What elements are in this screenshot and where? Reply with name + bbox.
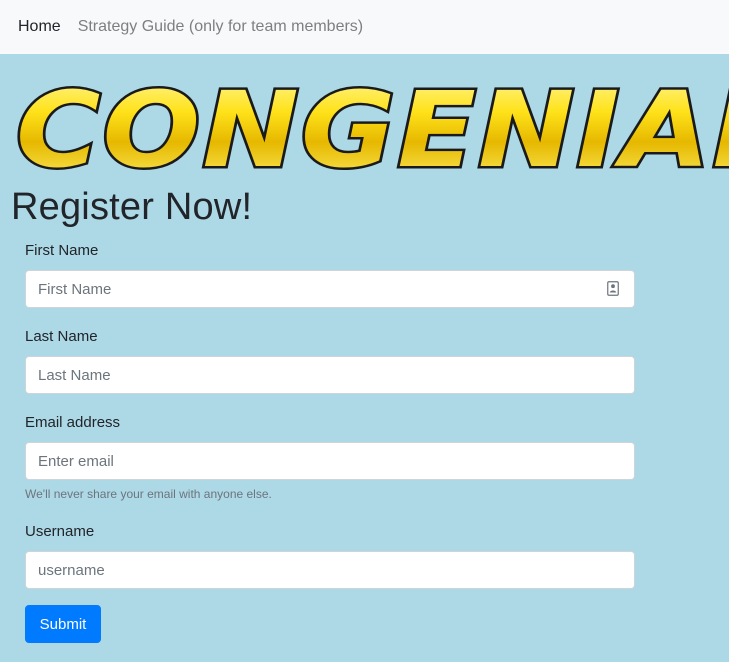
nav-home-link[interactable]: Home — [18, 18, 61, 36]
page-title: Register Now! — [11, 186, 253, 228]
nav-strategy-guide-link[interactable]: Strategy Guide (only for team members) — [78, 18, 363, 36]
username-label: Username — [25, 523, 95, 540]
last-name-label: Last Name — [25, 328, 98, 345]
email-input[interactable] — [25, 442, 635, 480]
last-name-input[interactable] — [25, 356, 635, 394]
navbar: Home Strategy Guide (only for team membe… — [0, 0, 729, 54]
first-name-label: First Name — [25, 242, 99, 259]
username-input[interactable] — [25, 551, 635, 589]
submit-button[interactable]: Submit — [25, 605, 101, 643]
first-name-input[interactable] — [25, 270, 635, 308]
contact-card-icon[interactable] — [607, 281, 619, 296]
congenial-logo: CONGENIAL — [12, 74, 729, 182]
logo-text: CONGENIAL — [16, 74, 729, 182]
email-help-text: We'll never share your email with anyone… — [25, 487, 272, 501]
email-label: Email address — [25, 414, 121, 431]
